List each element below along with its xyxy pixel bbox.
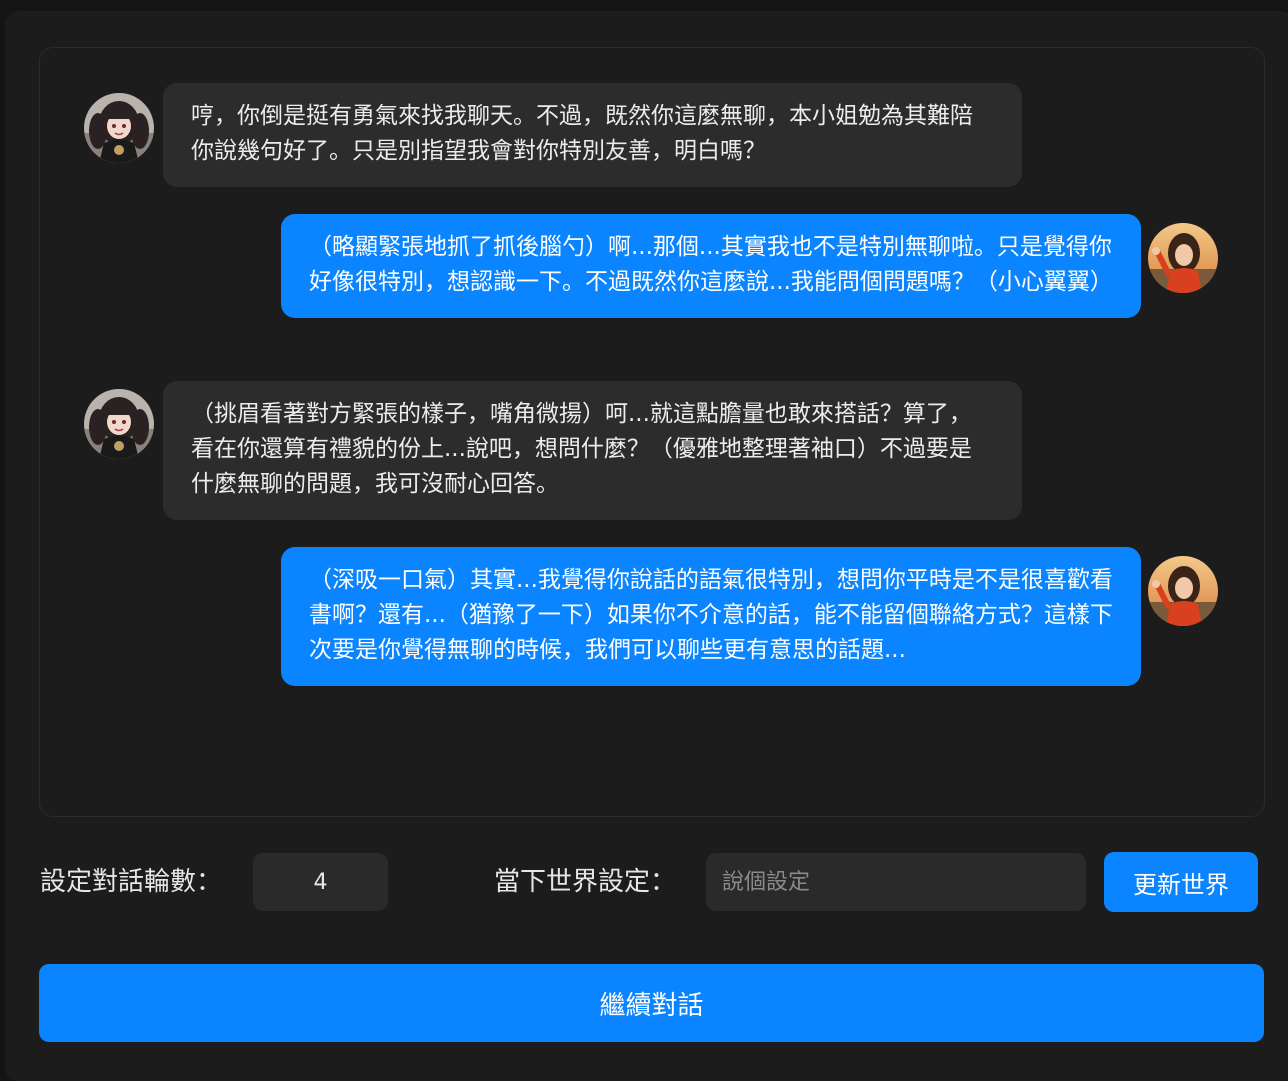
bot-message-bubble: （挑眉看著對方緊張的樣子，嘴角微揚）呵...就這點膽量也敢來搭話？算了，看在你還… <box>163 381 1022 520</box>
user-message-bubble: （略顯緊張地抓了抓後腦勺）啊...那個...其實我也不是特別無聊啦。只是覺得你好… <box>281 214 1141 318</box>
update-world-button[interactable]: 更新世界 <box>1104 852 1258 912</box>
world-setting-label: 當下世界設定： <box>494 867 677 897</box>
user-avatar-icon <box>1148 223 1218 293</box>
user-message-bubble: （深吸一口氣）其實...我覺得你說話的語氣很特別，想問你平時是不是很喜歡看書啊？… <box>281 547 1141 686</box>
user-avatar-icon <box>1148 556 1218 626</box>
continue-conversation-button[interactable]: 繼續對話 <box>39 964 1264 1042</box>
rounds-input[interactable] <box>253 853 388 911</box>
bot-message-bubble: 哼，你倒是挺有勇氣來找我聊天。不過，既然你這麼無聊，本小姐勉為其難陪你說幾句好了… <box>163 83 1022 187</box>
bot-avatar-icon <box>84 389 154 459</box>
world-setting-input[interactable] <box>706 853 1086 911</box>
bot-avatar-icon <box>84 93 154 163</box>
rounds-label: 設定對話輪數： <box>40 867 223 897</box>
